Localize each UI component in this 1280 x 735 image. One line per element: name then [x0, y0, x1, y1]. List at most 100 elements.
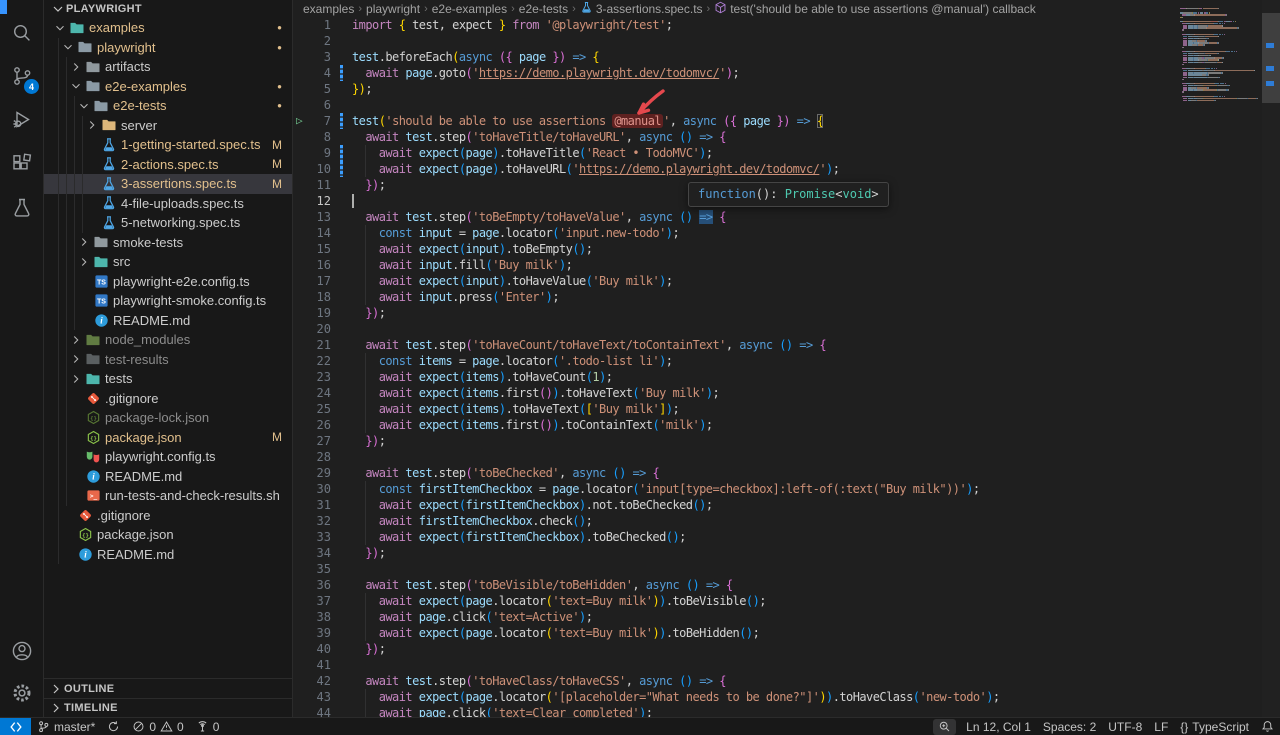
code-area[interactable]: 1import { test, expect } from '@playwrig… [293, 17, 1280, 717]
code-line[interactable]: 27 }); [293, 433, 1280, 449]
tree-item[interactable]: {}package-lock.json [44, 408, 292, 428]
minimap[interactable] [1180, 8, 1260, 102]
tree-item[interactable]: test-results [44, 350, 292, 370]
tree-item[interactable]: .gitignore [44, 389, 292, 409]
code-line[interactable]: 44 await page.click('text=Clear complete… [293, 705, 1280, 717]
code-line[interactable]: 37 await expect(page.locator('text=Buy m… [293, 593, 1280, 609]
ports-status[interactable]: 0 [190, 718, 226, 735]
scrollbar-thumb[interactable] [1262, 13, 1280, 103]
code-line[interactable]: 24 await expect(items.first()).toHaveTex… [293, 385, 1280, 401]
tree-item[interactable]: 4-file-uploads.spec.ts [44, 194, 292, 214]
tree-item[interactable]: .gitignore [44, 506, 292, 526]
code-line[interactable]: 32 await firstItemCheckbox.check(); [293, 513, 1280, 529]
tree-item[interactable]: playwright.config.ts [44, 447, 292, 467]
tree-item[interactable]: e2e-tests● [44, 96, 292, 116]
code-line[interactable]: 9 await expect(page).toHaveTitle('React … [293, 145, 1280, 161]
code-line[interactable]: 41 [293, 657, 1280, 673]
language-mode[interactable]: {}TypeScript [1174, 718, 1255, 735]
eol-setting[interactable]: LF [1148, 718, 1174, 735]
code-line[interactable]: 4 await page.goto('https://demo.playwrig… [293, 65, 1280, 81]
tree-item[interactable]: >_run-tests-and-check-results.sh [44, 486, 292, 506]
code-line[interactable]: 15 await expect(input).toBeEmpty(); [293, 241, 1280, 257]
tree-item[interactable]: iREADME.md [44, 311, 292, 331]
zoom-indicator[interactable] [933, 719, 956, 735]
code-line[interactable]: 31 await expect(firstItemCheckbox).not.t… [293, 497, 1280, 513]
code-line[interactable]: 42 await test.step('toHaveClass/toHaveCS… [293, 673, 1280, 689]
code-line[interactable]: 10 await expect(page).toHaveURL('https:/… [293, 161, 1280, 177]
code-line[interactable]: 23 await expect(items).toHaveCount(1); [293, 369, 1280, 385]
account-icon[interactable] [0, 631, 44, 671]
code-line[interactable]: 2 [293, 33, 1280, 49]
testing-beaker-icon[interactable] [0, 188, 44, 228]
code-line[interactable]: 39 await expect(page.locator('text=Buy m… [293, 625, 1280, 641]
breadcrumb-item[interactable]: e2e-examples [432, 2, 507, 16]
run-and-debug-icon[interactable] [0, 100, 44, 140]
tree-item[interactable]: tests [44, 369, 292, 389]
tree-item[interactable]: smoke-tests [44, 233, 292, 253]
tree-item[interactable]: playwright● [44, 38, 292, 58]
tree-item[interactable]: 3-assertions.spec.tsM [44, 174, 292, 194]
code-line[interactable]: 13 await test.step('toBeEmpty/toHaveValu… [293, 209, 1280, 225]
code-line[interactable]: 25 await expect(items).toHaveText(['Buy … [293, 401, 1280, 417]
tree-item[interactable]: examples● [44, 18, 292, 38]
tree-item[interactable]: src [44, 252, 292, 272]
tree-item[interactable]: 1-getting-started.spec.tsM [44, 135, 292, 155]
code-line[interactable]: 36 await test.step('toBeVisible/toBeHidd… [293, 577, 1280, 593]
remote-indicator[interactable] [0, 718, 31, 735]
code-line[interactable]: 28 [293, 449, 1280, 465]
timeline-section[interactable]: TIMELINE [44, 698, 292, 717]
git-branch-status[interactable]: master* [31, 718, 101, 735]
extensions-icon[interactable] [0, 144, 44, 184]
tree-item[interactable]: iREADME.md [44, 545, 292, 565]
notifications-bell[interactable] [1255, 718, 1280, 735]
code-line[interactable]: 43 await expect(page.locator('[placehold… [293, 689, 1280, 705]
code-line[interactable]: 8 await test.step('toHaveTitle/toHaveURL… [293, 129, 1280, 145]
tree-item[interactable]: TSplaywright-smoke.config.ts [44, 291, 292, 311]
code-line[interactable]: 17 await expect(input).toHaveValue('Buy … [293, 273, 1280, 289]
tree-item[interactable]: server [44, 116, 292, 136]
code-line[interactable]: 20 [293, 321, 1280, 337]
breadcrumb-item[interactable]: playwright [366, 2, 420, 16]
tree-item[interactable]: {}package.json [44, 525, 292, 545]
explorer-section-header[interactable]: PLAYWRIGHT [44, 0, 292, 18]
code-line[interactable]: 18 await input.press('Enter'); [293, 289, 1280, 305]
tree-item[interactable]: TSplaywright-e2e.config.ts [44, 272, 292, 292]
code-line[interactable]: 35 [293, 561, 1280, 577]
search-icon[interactable] [0, 13, 44, 53]
settings-gear-icon[interactable] [0, 673, 44, 713]
tree-item[interactable]: artifacts [44, 57, 292, 77]
tree-item[interactable]: iREADME.md [44, 467, 292, 487]
code-line[interactable]: 19 }); [293, 305, 1280, 321]
code-line[interactable]: 1import { test, expect } from '@playwrig… [293, 17, 1280, 33]
tree-item[interactable]: {}package.jsonM [44, 428, 292, 448]
indentation-setting[interactable]: Spaces: 2 [1037, 718, 1102, 735]
code-line[interactable]: ▷7test('should be able to use assertions… [293, 113, 1280, 129]
outline-section[interactable]: OUTLINE [44, 678, 292, 698]
code-line[interactable]: 38 await page.click('text=Active'); [293, 609, 1280, 625]
source-control-icon[interactable]: 4 [0, 56, 44, 96]
code-line[interactable]: 5}); [293, 81, 1280, 97]
cursor-position[interactable]: Ln 12, Col 1 [960, 718, 1037, 735]
tree-item[interactable]: e2e-examples● [44, 77, 292, 97]
vertical-scrollbar[interactable] [1262, 0, 1280, 717]
code-line[interactable]: 6 [293, 97, 1280, 113]
breadcrumb-item[interactable]: test('should be able to use assertions @… [714, 1, 1036, 17]
tree-item[interactable]: node_modules [44, 330, 292, 350]
code-line[interactable]: 40 }); [293, 641, 1280, 657]
code-line[interactable]: 21 await test.step('toHaveCount/toHaveTe… [293, 337, 1280, 353]
tree-item[interactable]: 2-actions.spec.tsM [44, 155, 292, 175]
code-line[interactable]: 29 await test.step('toBeChecked', async … [293, 465, 1280, 481]
sync-button[interactable] [101, 718, 126, 735]
problems-status[interactable]: 0 0 [126, 718, 189, 735]
breadcrumb-item[interactable]: e2e-tests [519, 2, 568, 16]
tree-item[interactable]: 5-networking.spec.ts [44, 213, 292, 233]
code-line[interactable]: 30 const firstItemCheckbox = page.locato… [293, 481, 1280, 497]
breadcrumb-item[interactable]: 3-assertions.spec.ts [580, 1, 703, 17]
code-line[interactable]: 26 await expect(items.first()).toContain… [293, 417, 1280, 433]
encoding-setting[interactable]: UTF-8 [1102, 718, 1148, 735]
code-line[interactable]: 33 await expect(firstItemCheckbox).toBeC… [293, 529, 1280, 545]
code-line[interactable]: 14 const input = page.locator('input.new… [293, 225, 1280, 241]
breadcrumb-item[interactable]: examples [303, 2, 354, 16]
code-line[interactable]: 22 const items = page.locator('.todo-lis… [293, 353, 1280, 369]
code-line[interactable]: 3test.beforeEach(async ({ page }) => { [293, 49, 1280, 65]
